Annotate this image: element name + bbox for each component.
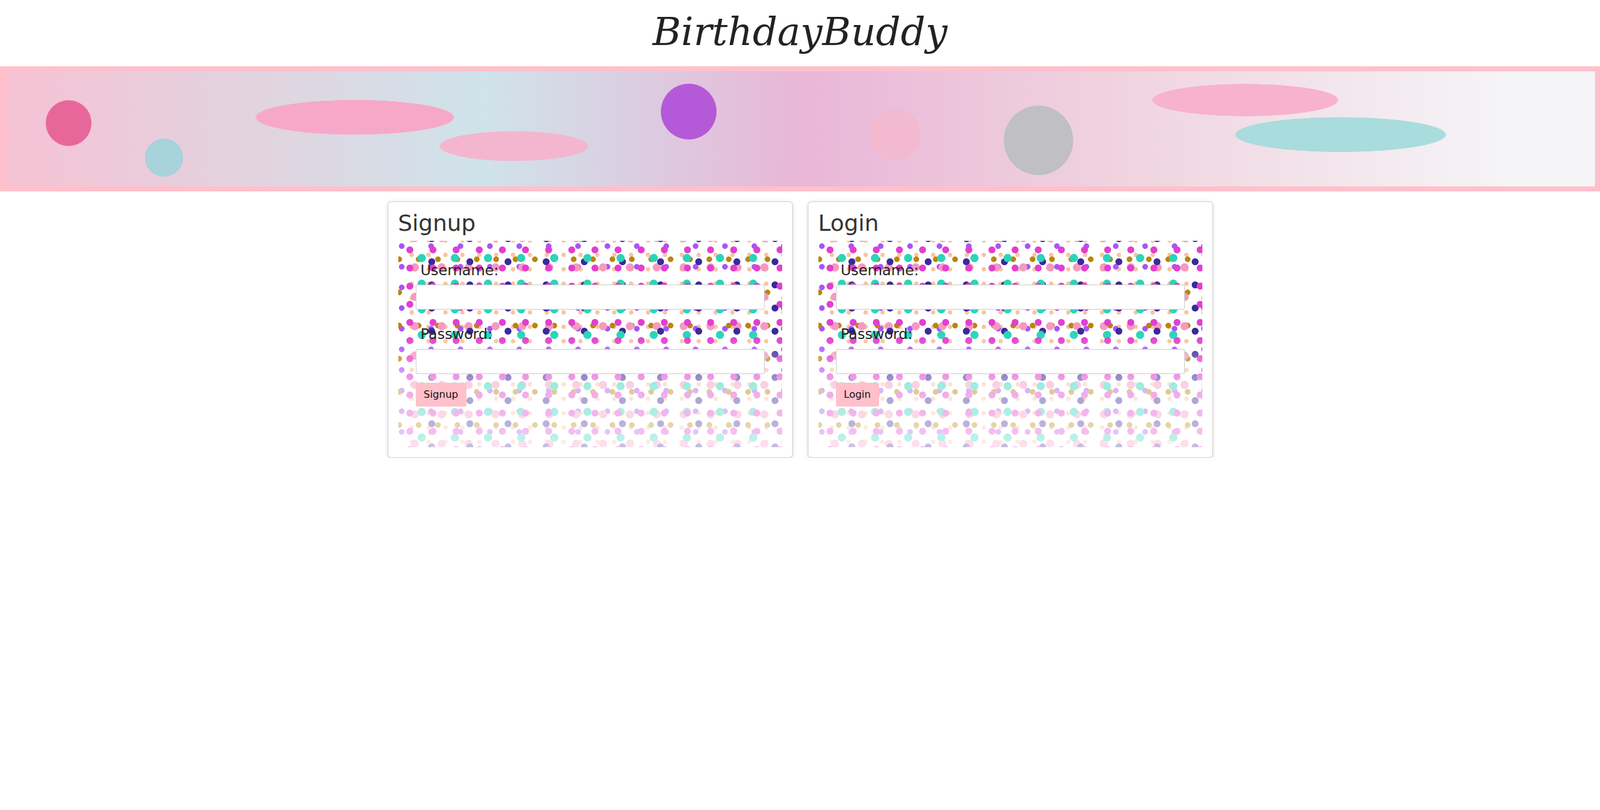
page-header: BirthdayBuddy [0,0,1600,192]
field-label: Password: [835,323,1185,346]
submit-button[interactable]: Login [835,382,880,407]
text-input[interactable] [415,348,765,374]
banner-image [0,66,1600,192]
submit-button[interactable]: Signup [415,382,467,407]
form-card: Signup Username: Password: Signup [387,201,793,458]
form: Username: Password: Login [818,240,1203,448]
form: Username: Password: Signup [398,240,783,448]
field-label: Username: [415,259,765,282]
card-title: Signup [398,209,783,237]
card-body: Signup Username: Password: Signup [388,201,793,457]
text-input[interactable] [835,348,1185,374]
app-title: BirthdayBuddy [0,0,1600,67]
card-title: Login [818,209,1203,237]
form-card: Login Username: Password: Login [807,201,1213,458]
field-label: Username: [835,259,1185,282]
text-input[interactable] [835,284,1185,310]
text-input[interactable] [415,284,765,310]
field-label: Password: [415,323,765,346]
forms-area: SignupUsername:Password:SignupLoginUsern… [0,191,1600,458]
card-body: Login Username: Password: Login [808,201,1213,457]
